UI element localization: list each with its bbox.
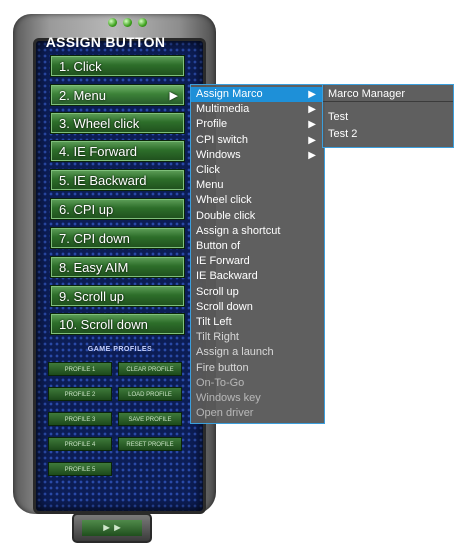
game-profiles-title: GAME PROFILES [87, 346, 153, 353]
submenu-arrow-icon: ▶ [308, 119, 316, 131]
menu-item-tilt-right[interactable]: Tilt Right [191, 330, 324, 345]
assign-button-4[interactable]: 4. IE Forward [50, 140, 185, 162]
forward-icon: ►► [82, 520, 142, 536]
menu-item-scroll-up[interactable]: Scroll up [191, 285, 324, 300]
menu-item-open-driver[interactable]: Open driver [191, 406, 324, 421]
assign-marco-submenu: Marco Manager Test Test 2 [322, 84, 454, 148]
menu-item-label: CPI switch [196, 133, 248, 146]
menu-item-label: Multimedia [196, 103, 250, 116]
profile-4-button[interactable]: PROFILE 4 [48, 437, 112, 451]
led-icon [138, 18, 147, 27]
clear-profile-button[interactable]: CLEAR PROFILE [118, 362, 182, 376]
reset-profile-button[interactable]: RESET PROFILE [118, 437, 182, 451]
assign-button-6[interactable]: 6. CPI up [50, 198, 185, 220]
submenu-item-marco-manager[interactable]: Marco Manager [323, 87, 453, 103]
assign-button-1[interactable]: 1. Click [50, 55, 185, 77]
assign-button-5[interactable]: 5. IE Backward [50, 169, 185, 191]
menu-item-scroll-down[interactable]: Scroll down [191, 300, 324, 315]
menu-item-menu[interactable]: Menu [191, 178, 324, 193]
menu-item-assign-launch[interactable]: Assign a launch [191, 345, 324, 360]
menu-item-windows-key[interactable]: Windows key [191, 391, 324, 406]
menu-item-label: Profile [196, 118, 228, 131]
profile-3-button[interactable]: PROFILE 3 [48, 412, 112, 426]
led-icon [108, 18, 117, 27]
menu-item-cpi-switch[interactable]: CPI switch ▶ [191, 133, 324, 148]
menu-item-button-of[interactable]: Button of [191, 239, 324, 254]
menu-item-assign-marco[interactable]: Assign Marco ▶ [191, 87, 324, 103]
profile-5-button[interactable]: PROFILE 5 [48, 462, 112, 476]
menu-item-tilt-left[interactable]: Tilt Left [191, 315, 324, 330]
assign-button-3[interactable]: 3. Wheel click [50, 112, 185, 134]
menu-item-windows[interactable]: Windows ▶ [191, 148, 324, 163]
context-menu: Assign Marco ▶ Multimedia ▶ Profile ▶ CP… [190, 84, 325, 424]
submenu-item-test-2[interactable]: Test 2 [323, 127, 453, 142]
forward-button[interactable]: ►► [72, 513, 152, 543]
profile-2-button[interactable]: PROFILE 2 [48, 387, 112, 401]
assign-button-7[interactable]: 7. CPI down [50, 227, 185, 249]
menu-item-double-click[interactable]: Double click [191, 209, 324, 224]
submenu-arrow-icon: ▶ [308, 104, 316, 116]
assign-button-2[interactable]: 2. Menu ▶ [50, 84, 185, 106]
submenu-arrow-icon: ▶ [169, 90, 178, 102]
menu-item-on-to-go[interactable]: On-To-Go [191, 376, 324, 391]
submenu-arrow-icon: ▶ [308, 149, 316, 161]
menu-item-assign-shortcut[interactable]: Assign a shortcut [191, 224, 324, 239]
menu-item-click[interactable]: Click [191, 163, 324, 178]
menu-item-profile[interactable]: Profile ▶ [191, 117, 324, 132]
status-leds [108, 18, 147, 27]
submenu-item-test[interactable]: Test [323, 110, 453, 125]
save-profile-button[interactable]: SAVE PROFILE [118, 412, 182, 426]
submenu-arrow-icon: ▶ [308, 89, 316, 100]
menu-item-ie-backward[interactable]: IE Backward [191, 269, 324, 284]
assign-button-8[interactable]: 8. Easy AIM [50, 256, 185, 278]
led-icon [123, 18, 132, 27]
assign-button-10[interactable]: 10. Scroll down [50, 313, 185, 335]
panel-title: ASSIGN BUTTON [45, 34, 166, 50]
menu-item-fire-button[interactable]: Fire button [191, 361, 324, 376]
submenu-arrow-icon: ▶ [308, 134, 316, 146]
load-profile-button[interactable]: LOAD PROFILE [118, 387, 182, 401]
assign-button-label: 2. Menu [59, 88, 106, 103]
menu-item-ie-forward[interactable]: IE Forward [191, 254, 324, 269]
menu-item-wheel-click[interactable]: Wheel click [191, 193, 324, 208]
menu-item-label: Assign Marco [196, 88, 263, 100]
profile-1-button[interactable]: PROFILE 1 [48, 362, 112, 376]
assign-button-9[interactable]: 9. Scroll up [50, 285, 185, 307]
menu-item-label: Windows [196, 148, 241, 161]
menu-item-multimedia[interactable]: Multimedia ▶ [191, 102, 324, 117]
